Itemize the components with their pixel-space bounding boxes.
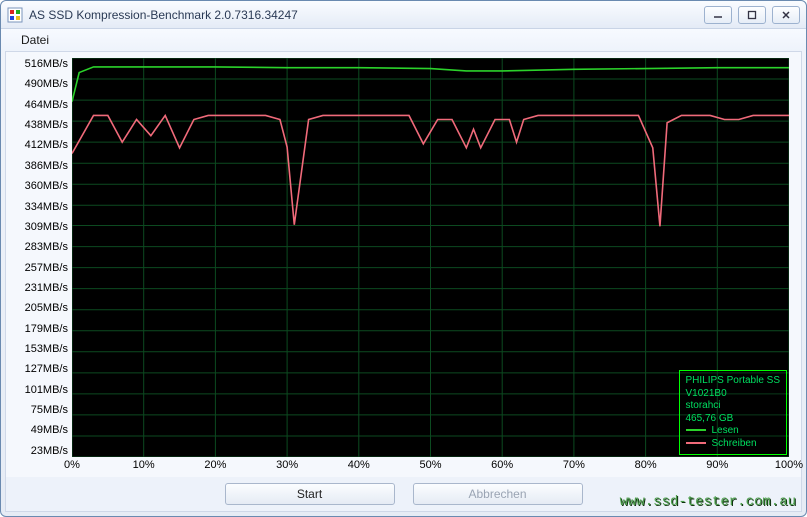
minimize-button[interactable] xyxy=(704,6,732,24)
y-tick-label: 75MB/s xyxy=(12,404,68,416)
start-button[interactable]: Start xyxy=(225,483,395,505)
app-icon xyxy=(7,7,23,23)
legend-swatch-write xyxy=(686,442,706,444)
plot-area: PHILIPS Portable SS V1021B0 storahci 465… xyxy=(72,58,789,457)
y-tick-label: 179MB/s xyxy=(12,323,68,335)
y-tick-label: 360MB/s xyxy=(12,180,68,192)
y-tick-label: 464MB/s xyxy=(12,99,68,111)
legend-write: Schreiben xyxy=(686,438,781,451)
y-tick-label: 231MB/s xyxy=(12,282,68,294)
y-tick-label: 153MB/s xyxy=(12,343,68,355)
x-tick-label: 20% xyxy=(204,459,226,471)
chart: 516MB/s 490MB/s 464MB/s 438MB/s 412MB/s 386MB… xyxy=(12,58,795,477)
y-tick-label: 490MB/s xyxy=(12,78,68,90)
x-tick-label: 30% xyxy=(276,459,298,471)
app-window: AS SSD Kompression-Benchmark 2.0.7316.34… xyxy=(0,0,807,517)
x-tick-label: 40% xyxy=(348,459,370,471)
x-axis-labels: 0%10%20%30%40%50%60%70%80%90%100% xyxy=(72,459,789,477)
x-tick-label: 0% xyxy=(64,459,80,471)
y-tick-label: 386MB/s xyxy=(12,160,68,172)
y-tick-label: 101MB/s xyxy=(12,384,68,396)
legend-box: PHILIPS Portable SS V1021B0 storahci 465… xyxy=(679,370,788,455)
device-driver: storahci xyxy=(686,400,781,413)
y-tick-label: 23MB/s xyxy=(12,445,68,457)
y-tick-label: 438MB/s xyxy=(12,119,68,131)
x-tick-label: 60% xyxy=(491,459,513,471)
device-name: PHILIPS Portable SS xyxy=(686,375,781,388)
maximize-button[interactable] xyxy=(738,6,766,24)
x-tick-label: 90% xyxy=(706,459,728,471)
legend-read: Lesen xyxy=(686,425,781,438)
x-tick-label: 10% xyxy=(133,459,155,471)
y-tick-label: 205MB/s xyxy=(12,302,68,314)
button-row: Start Abbrechen xyxy=(6,477,801,511)
x-tick-label: 50% xyxy=(419,459,441,471)
y-tick-label: 412MB/s xyxy=(12,139,68,151)
x-tick-label: 70% xyxy=(563,459,585,471)
x-tick-label: 100% xyxy=(775,459,803,471)
x-tick-label: 80% xyxy=(635,459,657,471)
legend-swatch-read xyxy=(686,429,706,431)
close-button[interactable] xyxy=(772,6,800,24)
abort-button[interactable]: Abbrechen xyxy=(413,483,583,505)
y-tick-label: 516MB/s xyxy=(12,58,68,70)
y-tick-label: 127MB/s xyxy=(12,363,68,375)
y-tick-label: 283MB/s xyxy=(12,241,68,253)
y-axis-labels: 516MB/s 490MB/s 464MB/s 438MB/s 412MB/s 386MB… xyxy=(12,58,70,457)
menubar: Datei xyxy=(1,29,806,51)
titlebar: AS SSD Kompression-Benchmark 2.0.7316.34… xyxy=(1,1,806,29)
y-tick-label: 49MB/s xyxy=(12,424,68,436)
device-capacity: 465,76 GB xyxy=(686,413,781,426)
menu-datei[interactable]: Datei xyxy=(13,31,57,49)
y-tick-label: 257MB/s xyxy=(12,262,68,274)
device-firmware: V1021B0 xyxy=(686,388,781,401)
y-tick-label: 309MB/s xyxy=(12,221,68,233)
client-area: 516MB/s 490MB/s 464MB/s 438MB/s 412MB/s 386MB… xyxy=(5,51,802,512)
y-tick-label: 334MB/s xyxy=(12,201,68,213)
window-title: AS SSD Kompression-Benchmark 2.0.7316.34… xyxy=(29,8,298,22)
